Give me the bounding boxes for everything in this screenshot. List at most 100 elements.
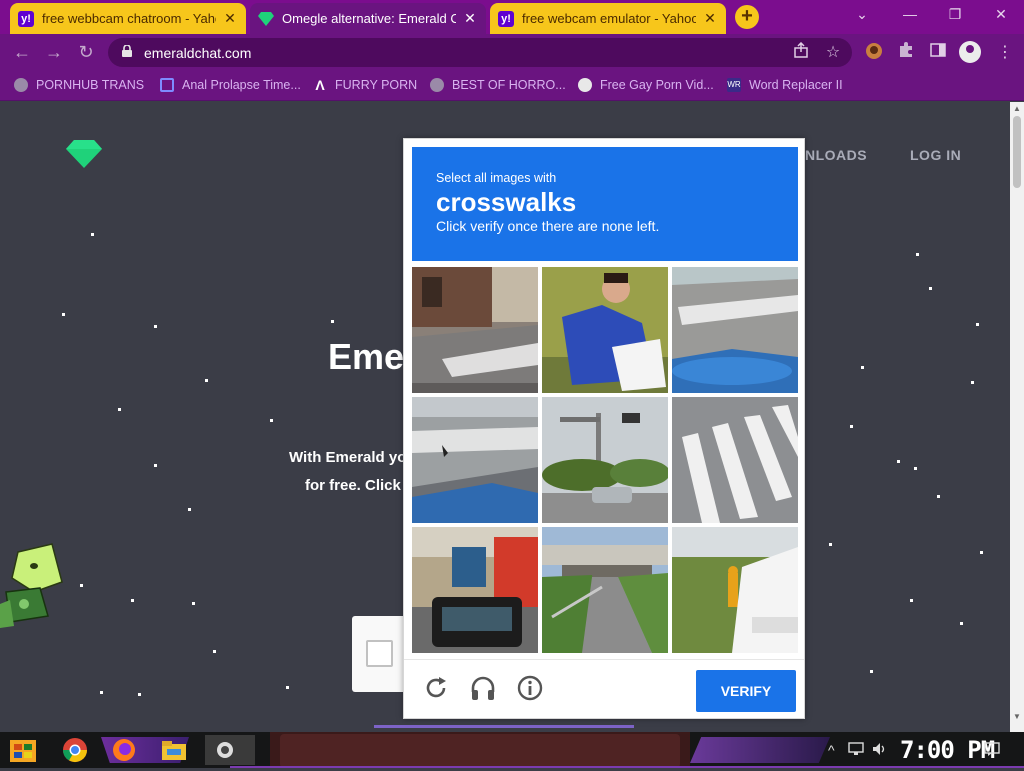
page-scrollbar[interactable]: ▲ ▼: [1010, 102, 1024, 732]
reload-button[interactable]: ↻: [76, 42, 96, 63]
bookmark-anal-prolapse[interactable]: Anal Prolapse Time...: [160, 78, 301, 92]
star: [914, 467, 917, 470]
image-tile[interactable]: [412, 397, 538, 523]
tab-close-icon[interactable]: ✕: [702, 10, 718, 27]
bookmark-word-replacer[interactable]: WR Word Replacer II: [727, 78, 843, 92]
globe-icon: [14, 78, 28, 92]
nav-login-link[interactable]: LOG IN: [910, 147, 961, 163]
tab-strip: y! free webbcam chatroom - Yahoo ✕ Omegl…: [0, 0, 1024, 34]
bookmark-star-icon[interactable]: ☆: [822, 42, 844, 62]
verify-button[interactable]: VERIFY: [696, 670, 796, 712]
minimize-button[interactable]: —: [900, 6, 920, 22]
back-button[interactable]: ←: [12, 42, 32, 63]
image-tile[interactable]: [672, 267, 798, 393]
star: [960, 622, 963, 625]
star: [286, 686, 289, 689]
browser-toolbar: ← → ↻ emeraldchat.com ☆ ⋮: [0, 34, 1024, 71]
hero-title: Eme: [328, 336, 405, 377]
network-icon[interactable]: [848, 742, 864, 759]
star: [980, 551, 983, 554]
tab-yahoo-webbcam[interactable]: y! free webbcam chatroom - Yahoo ✕: [10, 3, 246, 34]
lock-icon[interactable]: [122, 44, 132, 60]
bookmark-label: BEST OF HORRO...: [452, 78, 566, 92]
tab-yahoo-emulator[interactable]: y! free webcam emulator - Yahoo ✕: [490, 3, 726, 34]
bookmark-label: Free Gay Porn Vid...: [600, 78, 714, 92]
recaptcha-checkbox[interactable]: [366, 640, 393, 667]
chrome-taskbar-icon[interactable]: [60, 735, 90, 765]
star: [188, 508, 191, 511]
challenge-select-text: Select all images with: [436, 171, 557, 185]
start-button[interactable]: [8, 736, 38, 766]
hero-subtitle-line1: With Emerald yo: [289, 449, 407, 466]
yahoo-icon: y!: [498, 10, 514, 27]
scroll-thumb[interactable]: [1013, 116, 1021, 188]
firefox-taskbar-icon[interactable]: [109, 735, 139, 765]
bookmark-free-gay[interactable]: Free Gay Porn Vid...: [578, 78, 714, 92]
new-tab-button[interactable]: +: [735, 5, 759, 29]
volume-icon[interactable]: [872, 742, 888, 759]
browser-window: y! free webbcam chatroom - Yahoo ✕ Omegl…: [0, 0, 1024, 732]
file-explorer-taskbar-icon[interactable]: [159, 735, 189, 765]
challenge-header: Select all images with crosswalks Click …: [412, 147, 798, 261]
close-window-button[interactable]: ✕: [991, 6, 1011, 23]
yahoo-icon: y!: [18, 10, 34, 27]
tab-close-icon[interactable]: ✕: [462, 10, 478, 27]
taskbar-media-preview: [270, 732, 690, 768]
bookmark-label: PORNHUB TRANS: [36, 78, 145, 92]
star: [850, 425, 853, 428]
challenge-keyword: crosswalks: [436, 187, 577, 217]
bookmark-pornhub-trans[interactable]: PORNHUB TRANS: [14, 78, 144, 92]
forward-button[interactable]: →: [44, 42, 64, 63]
star: [80, 584, 83, 587]
tab-close-icon[interactable]: ✕: [222, 10, 238, 27]
tab-title: Omegle alternative: Emerald Chat: [282, 11, 456, 26]
info-icon[interactable]: [516, 674, 544, 702]
bookmark-label: FURRY PORN: [335, 78, 418, 92]
star: [62, 313, 65, 316]
emerald-gem-icon: [258, 11, 274, 27]
tab-search-icon[interactable]: ⌄: [852, 6, 872, 23]
bookmark-best-of-horror[interactable]: BEST OF HORRO...: [430, 78, 566, 92]
image-tile[interactable]: [542, 527, 668, 653]
url-text: emeraldchat.com: [144, 44, 252, 61]
emerald-logo-icon[interactable]: [66, 140, 102, 168]
extension-avatar-icon[interactable]: [863, 42, 885, 65]
star: [870, 670, 873, 673]
image-tile[interactable]: [542, 397, 668, 523]
side-panel-icon[interactable]: [927, 42, 949, 63]
star: [270, 419, 273, 422]
image-tile[interactable]: [412, 267, 538, 393]
challenge-instruction: Click verify once there are none left.: [436, 218, 660, 234]
page-accent-bar: [374, 725, 634, 728]
challenge-footer: VERIFY: [404, 659, 804, 719]
profile-avatar[interactable]: [959, 41, 981, 63]
image-tile[interactable]: [542, 267, 668, 393]
star: [971, 381, 974, 384]
restore-button[interactable]: ❐: [945, 6, 965, 23]
reload-icon[interactable]: [422, 674, 450, 702]
taskbar-clock[interactable]: 7:00 PM: [900, 736, 995, 764]
share-icon[interactable]: [790, 41, 812, 63]
headphones-icon[interactable]: [469, 674, 497, 702]
bookmarks-bar: PORNHUB TRANS Anal Prolapse Time... Λ FU…: [0, 71, 1024, 101]
star: [154, 464, 157, 467]
windows-taskbar: ^ 7:00 PM: [0, 732, 1024, 768]
scroll-up-arrow-icon[interactable]: ▲: [1013, 104, 1021, 113]
bookmark-furry[interactable]: Λ FURRY PORN: [313, 78, 417, 92]
scroll-down-arrow-icon[interactable]: ▼: [1013, 712, 1021, 721]
image-tile[interactable]: [412, 527, 538, 653]
address-bar[interactable]: emeraldchat.com: [108, 38, 852, 67]
webcam-taskbar-icon[interactable]: [205, 735, 255, 765]
puzzle-icon[interactable]: [895, 42, 917, 63]
tab-emerald-chat[interactable]: Omegle alternative: Emerald Chat ✕: [250, 3, 486, 34]
notification-icon[interactable]: [984, 742, 1000, 759]
image-tile[interactable]: [672, 527, 798, 653]
menu-icon[interactable]: ⋮: [994, 42, 1016, 62]
nav-downloads-link[interactable]: NLOADS: [805, 147, 867, 163]
tray-chevron-icon[interactable]: ^: [828, 742, 835, 758]
image-tile[interactable]: [672, 397, 798, 523]
star: [100, 691, 103, 694]
star: [205, 379, 208, 382]
star: [910, 599, 913, 602]
star: [929, 287, 932, 290]
